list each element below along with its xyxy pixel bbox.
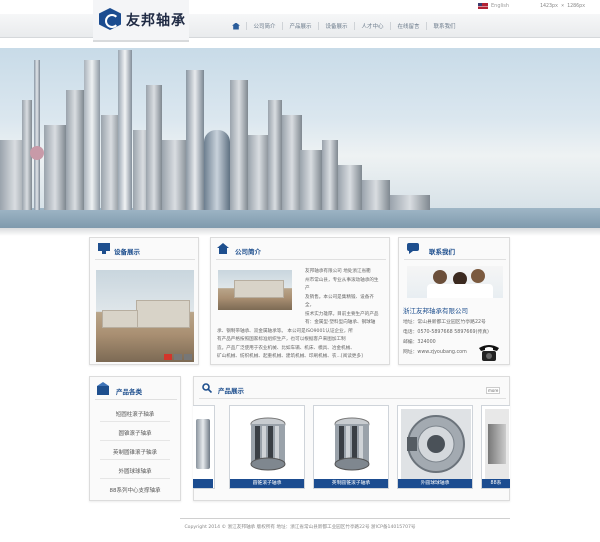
- nav-item-products[interactable]: 产品展示: [283, 22, 318, 30]
- search-icon: [202, 383, 212, 393]
- category-divider: [100, 459, 170, 460]
- about-text: 友邦轴承有限公司 地处浙江省衢 州市常山县，专业从事滚动轴承的生产 及销售。本公…: [217, 268, 381, 362]
- about-line: 有产品严格按照国家标准组织生产，也可以根据客户来图加工制: [217, 337, 346, 342]
- contact-postcode: 邮编：324000: [403, 340, 436, 345]
- category-divider: [100, 421, 170, 422]
- contact-phone: 电话：0570-5897668 5897669(传真): [403, 330, 489, 335]
- nav-item-about[interactable]: 公司简介: [247, 22, 282, 30]
- product-image: [401, 409, 471, 479]
- about-line: 友邦轴承有限公司 地处浙江省衢: [305, 269, 371, 274]
- nav-item-talent[interactable]: 人才中心: [355, 22, 390, 30]
- footer-divider: [180, 518, 510, 519]
- product-image: [485, 409, 509, 479]
- about-line: 技术实力雄厚。目前主要生产的产品: [305, 311, 379, 317]
- contact-website[interactable]: 网址：www.zjyoubang.com: [403, 348, 467, 355]
- product-card-partial[interactable]: [193, 405, 215, 489]
- product-image: [317, 409, 387, 479]
- about-line: 有：金属型·塑料型向轴承、钢球轴: [305, 320, 376, 325]
- category-item[interactable]: 短圆柱滚子轴承: [90, 410, 180, 418]
- slider-dots[interactable]: [164, 354, 192, 360]
- about-line: 州市常山县，专业从事滚动轴承的生产: [305, 277, 379, 292]
- product-caption-bar: [193, 479, 213, 488]
- products-title: 产品展示: [218, 387, 244, 395]
- tapered-bearing-image: [250, 417, 286, 471]
- footer-text: Copyright 2014 © 浙江友邦轴承 版权所有 地址：浙江省常山县新都…: [184, 525, 416, 530]
- about-line: 造。产品广泛使用于农业机械、比如车辆、机床、模具、冶金机械、: [217, 345, 355, 351]
- main-nav: 公司简介 产品展示 设备展示 人才中心 在线留言 联系我们: [226, 14, 462, 38]
- product-caption[interactable]: 外圆球球轴承: [398, 479, 472, 488]
- language-label: English: [491, 3, 510, 9]
- house-icon: [217, 243, 229, 254]
- nav-home[interactable]: [226, 22, 246, 30]
- panel-divider: [199, 398, 506, 399]
- equipment-photo[interactable]: [96, 270, 194, 362]
- category-divider: [100, 440, 170, 441]
- panel-divider: [95, 399, 177, 400]
- more-button[interactable]: more: [486, 387, 501, 394]
- product-caption[interactable]: 圆锥滚子轴承: [230, 479, 304, 488]
- nav-item-message[interactable]: 在线留言: [391, 22, 426, 30]
- about-title: 公司简介: [235, 248, 261, 256]
- category-item[interactable]: 88系列中心支撑轴承: [90, 486, 180, 494]
- product-caption[interactable]: 英制圆锥滚子轴承: [314, 479, 388, 488]
- product-image: [193, 409, 213, 479]
- categories-title: 产品各类: [116, 388, 142, 396]
- panel-divider: [216, 259, 386, 260]
- us-flag-icon: [478, 3, 488, 9]
- slider-dot-active[interactable]: [164, 354, 172, 360]
- slider-dot[interactable]: [174, 354, 182, 360]
- telephone-icon: [479, 345, 499, 361]
- banner-sea: [0, 208, 600, 228]
- categories-panel: 产品各类: [89, 376, 181, 501]
- product-card-partial[interactable]: 88系: [481, 405, 510, 489]
- product-card[interactable]: 圆锥滚子轴承: [229, 405, 305, 489]
- category-item[interactable]: 圆锥滚子轴承: [90, 429, 180, 437]
- product-card[interactable]: 英制圆锥滚子轴承: [313, 405, 389, 489]
- equipment-panel: 设备展示: [89, 237, 199, 365]
- hero-banner: [0, 48, 600, 228]
- panel-divider: [404, 259, 506, 260]
- monitor-icon: [98, 243, 110, 254]
- contact-address: 地址：常山县新都工业园区竹亭路22号: [403, 320, 486, 325]
- panel-divider: [95, 259, 195, 260]
- banner-shadow: [0, 228, 600, 236]
- product-card[interactable]: 外圆球球轴承: [397, 405, 473, 489]
- chat-icon: [407, 243, 419, 254]
- home-icon: [232, 22, 240, 30]
- about-line: 承、钢制带轴承、双金属轴承等。 本公司是ISO9001认证企业，所: [217, 328, 353, 334]
- slider-dot[interactable]: [184, 354, 192, 360]
- product-image: [233, 409, 303, 479]
- about-line-read-more[interactable]: 矿山机械、纺织机械、起重机械、建筑机械、印刷机械、农...[阅读更多]: [217, 353, 381, 362]
- inch-tapered-bearing-image: [334, 417, 370, 471]
- contact-company: 浙江友邦轴承有限公司: [403, 307, 468, 315]
- ball-bearing-image: [407, 415, 465, 473]
- category-item[interactable]: 英制圆锥滚子轴承: [90, 448, 180, 456]
- logo-text: 友邦轴承: [126, 13, 186, 29]
- equipment-title: 设备展示: [114, 248, 140, 256]
- category-item[interactable]: 外圆球球轴承: [90, 467, 180, 475]
- about-line: 及销售。本公司是集精锻、设备齐全，: [305, 294, 374, 309]
- customer-service-photo: [407, 266, 503, 298]
- language-switch[interactable]: English: [478, 3, 509, 9]
- nav-item-contact[interactable]: 联系我们: [427, 22, 462, 30]
- category-divider: [100, 478, 170, 479]
- dimensions-note: 1423px × 1286px: [540, 3, 586, 9]
- nav-item-equipment[interactable]: 设备展示: [319, 22, 354, 30]
- box-icon: [97, 382, 109, 395]
- product-caption[interactable]: 88系: [482, 479, 510, 488]
- contact-title: 联系我们: [429, 248, 455, 256]
